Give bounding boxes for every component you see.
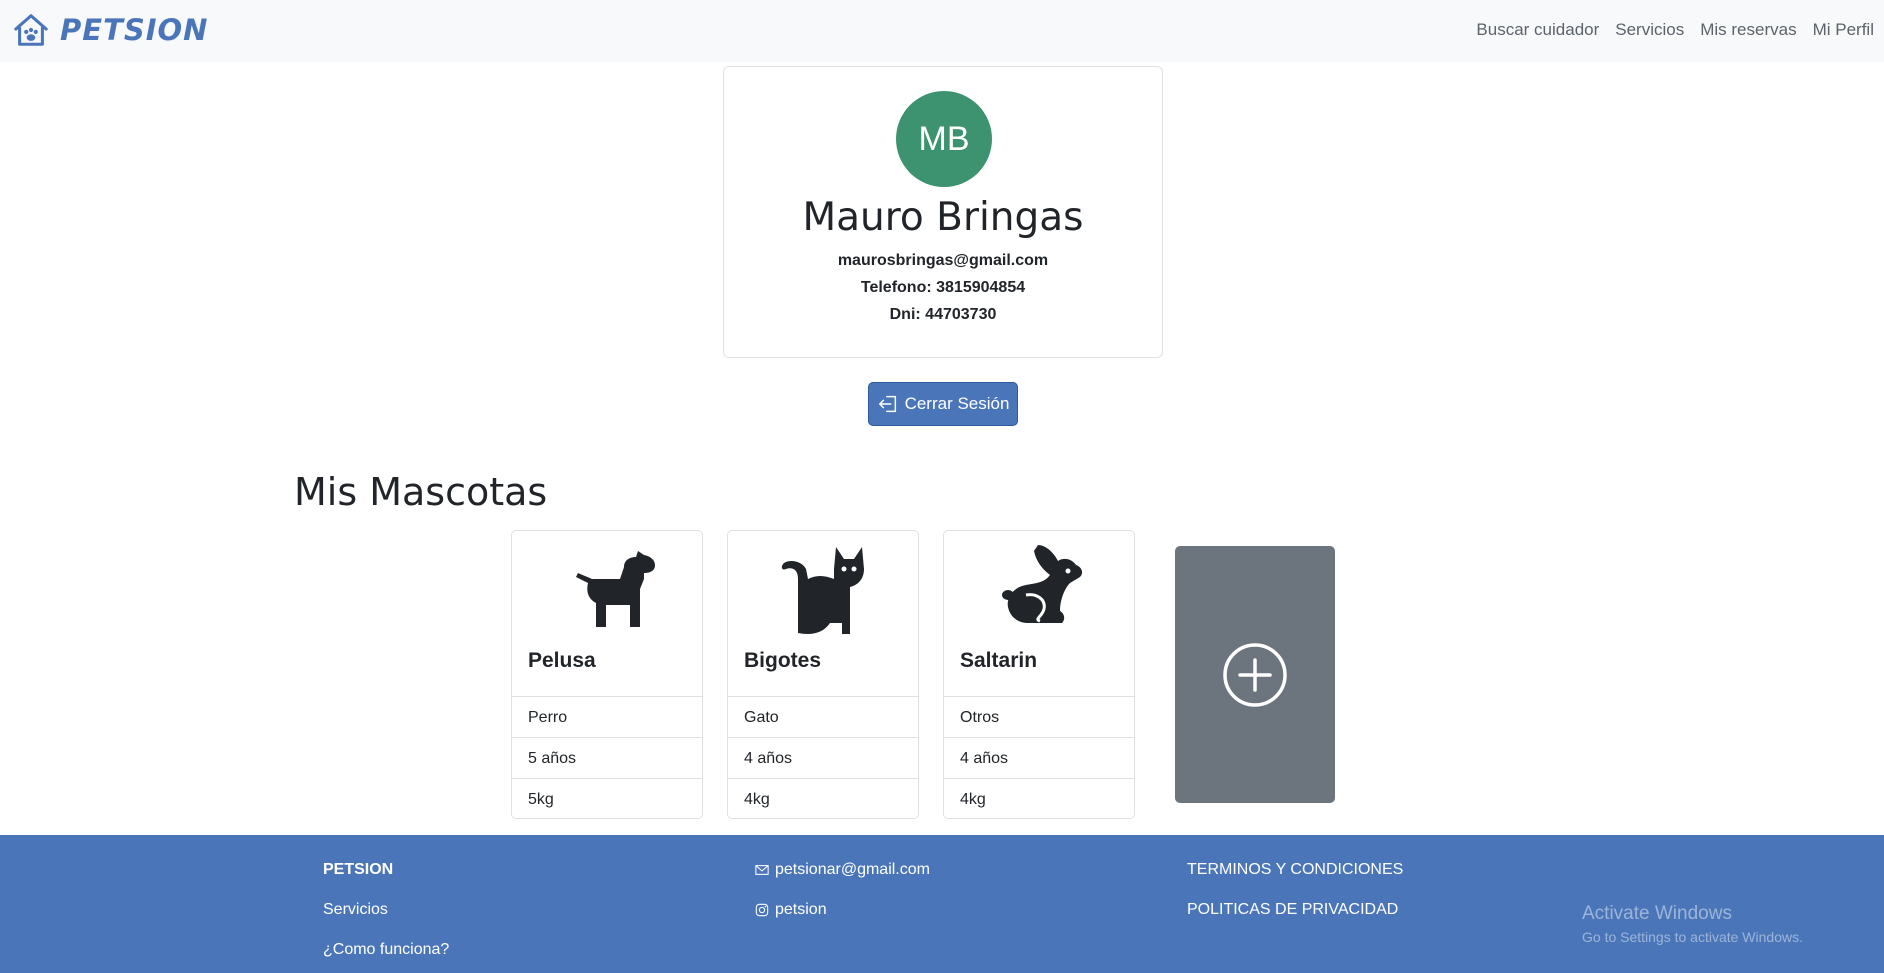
footer-instagram[interactable]: petsion [755, 901, 827, 919]
pet-type: Gato [728, 696, 918, 737]
plus-circle-icon [1223, 642, 1287, 707]
instagram-icon [755, 903, 769, 917]
nav-servicios[interactable]: Servicios [1615, 20, 1684, 40]
pet-card[interactable]: Pelusa Perro 5 años 5kg [511, 530, 703, 819]
nav-buscar-cuidador[interactable]: Buscar cuidador [1476, 20, 1599, 40]
footer-brand: PETSION [323, 861, 394, 878]
add-pet-button[interactable] [1175, 546, 1335, 803]
footer-como-funciona-link[interactable]: ¿Como funciona? [323, 941, 449, 959]
logout-label: Cerrar Sesión [904, 394, 1010, 413]
pet-card[interactable]: Bigotes Gato 4 años 4kg [727, 530, 919, 819]
footer-email-text: petsionar@gmail.com [775, 861, 930, 878]
nav-mis-reservas[interactable]: Mis reservas [1700, 20, 1796, 40]
profile-card: MB Mauro Bringas maurosbringas@gmail.com… [723, 66, 1163, 358]
pet-name: Bigotes [744, 649, 822, 672]
cat-icon [781, 547, 864, 634]
paw-house-icon [14, 14, 48, 46]
brand-logo[interactable]: PETSION [12, 11, 208, 49]
footer-email[interactable]: petsionar@gmail.com [755, 861, 930, 879]
pet-type: Otros [944, 696, 1134, 737]
avatar: MB [896, 91, 992, 187]
pet-weight: 4kg [728, 778, 918, 818]
pets-section-title: Mis Mascotas [294, 470, 548, 514]
pet-weight: 4kg [944, 778, 1134, 818]
footer-instagram-text: petsion [775, 901, 827, 918]
profile-phone: Telefono: 3815904854 [860, 279, 1026, 296]
windows-activation-watermark: Activate Windows Go to Settings to activ… [1582, 903, 1803, 945]
navbar: PETSION Buscar cuidador Servicios Mis re… [0, 0, 1884, 62]
footer-servicios-link[interactable]: Servicios [323, 901, 388, 919]
pet-weight: 5kg [512, 778, 702, 818]
envelope-icon [755, 865, 769, 875]
rabbit-icon [1002, 545, 1083, 623]
nav-links: Buscar cuidador Servicios Mis reservas M… [1476, 20, 1874, 40]
nav-mi-perfil[interactable]: Mi Perfil [1813, 20, 1874, 40]
dog-icon [576, 551, 655, 627]
pet-age: 4 años [944, 737, 1134, 778]
footer-terminos-link[interactable]: TERMINOS Y CONDICIONES [1187, 861, 1403, 879]
watermark-title: Activate Windows [1582, 903, 1732, 924]
pet-name: Saltarin [960, 649, 1038, 672]
brand-name: PETSION [60, 13, 209, 47]
pet-type: Perro [512, 696, 702, 737]
pet-age: 5 años [512, 737, 702, 778]
footer-privacidad-link[interactable]: POLITICAS DE PRIVACIDAD [1187, 901, 1398, 919]
pet-name: Pelusa [528, 649, 596, 672]
profile-email: maurosbringas@gmail.com [837, 252, 1049, 269]
watermark-subtitle: Go to Settings to activate Windows. [1582, 929, 1803, 945]
profile-name: Mauro Bringas [802, 195, 1084, 240]
logout-icon [878, 395, 896, 413]
pet-age: 4 años [728, 737, 918, 778]
logout-button[interactable]: Cerrar Sesión [868, 382, 1018, 426]
pet-card[interactable]: Saltarin Otros 4 años 4kg [943, 530, 1135, 819]
profile-dni: Dni: 44703730 [889, 306, 997, 323]
